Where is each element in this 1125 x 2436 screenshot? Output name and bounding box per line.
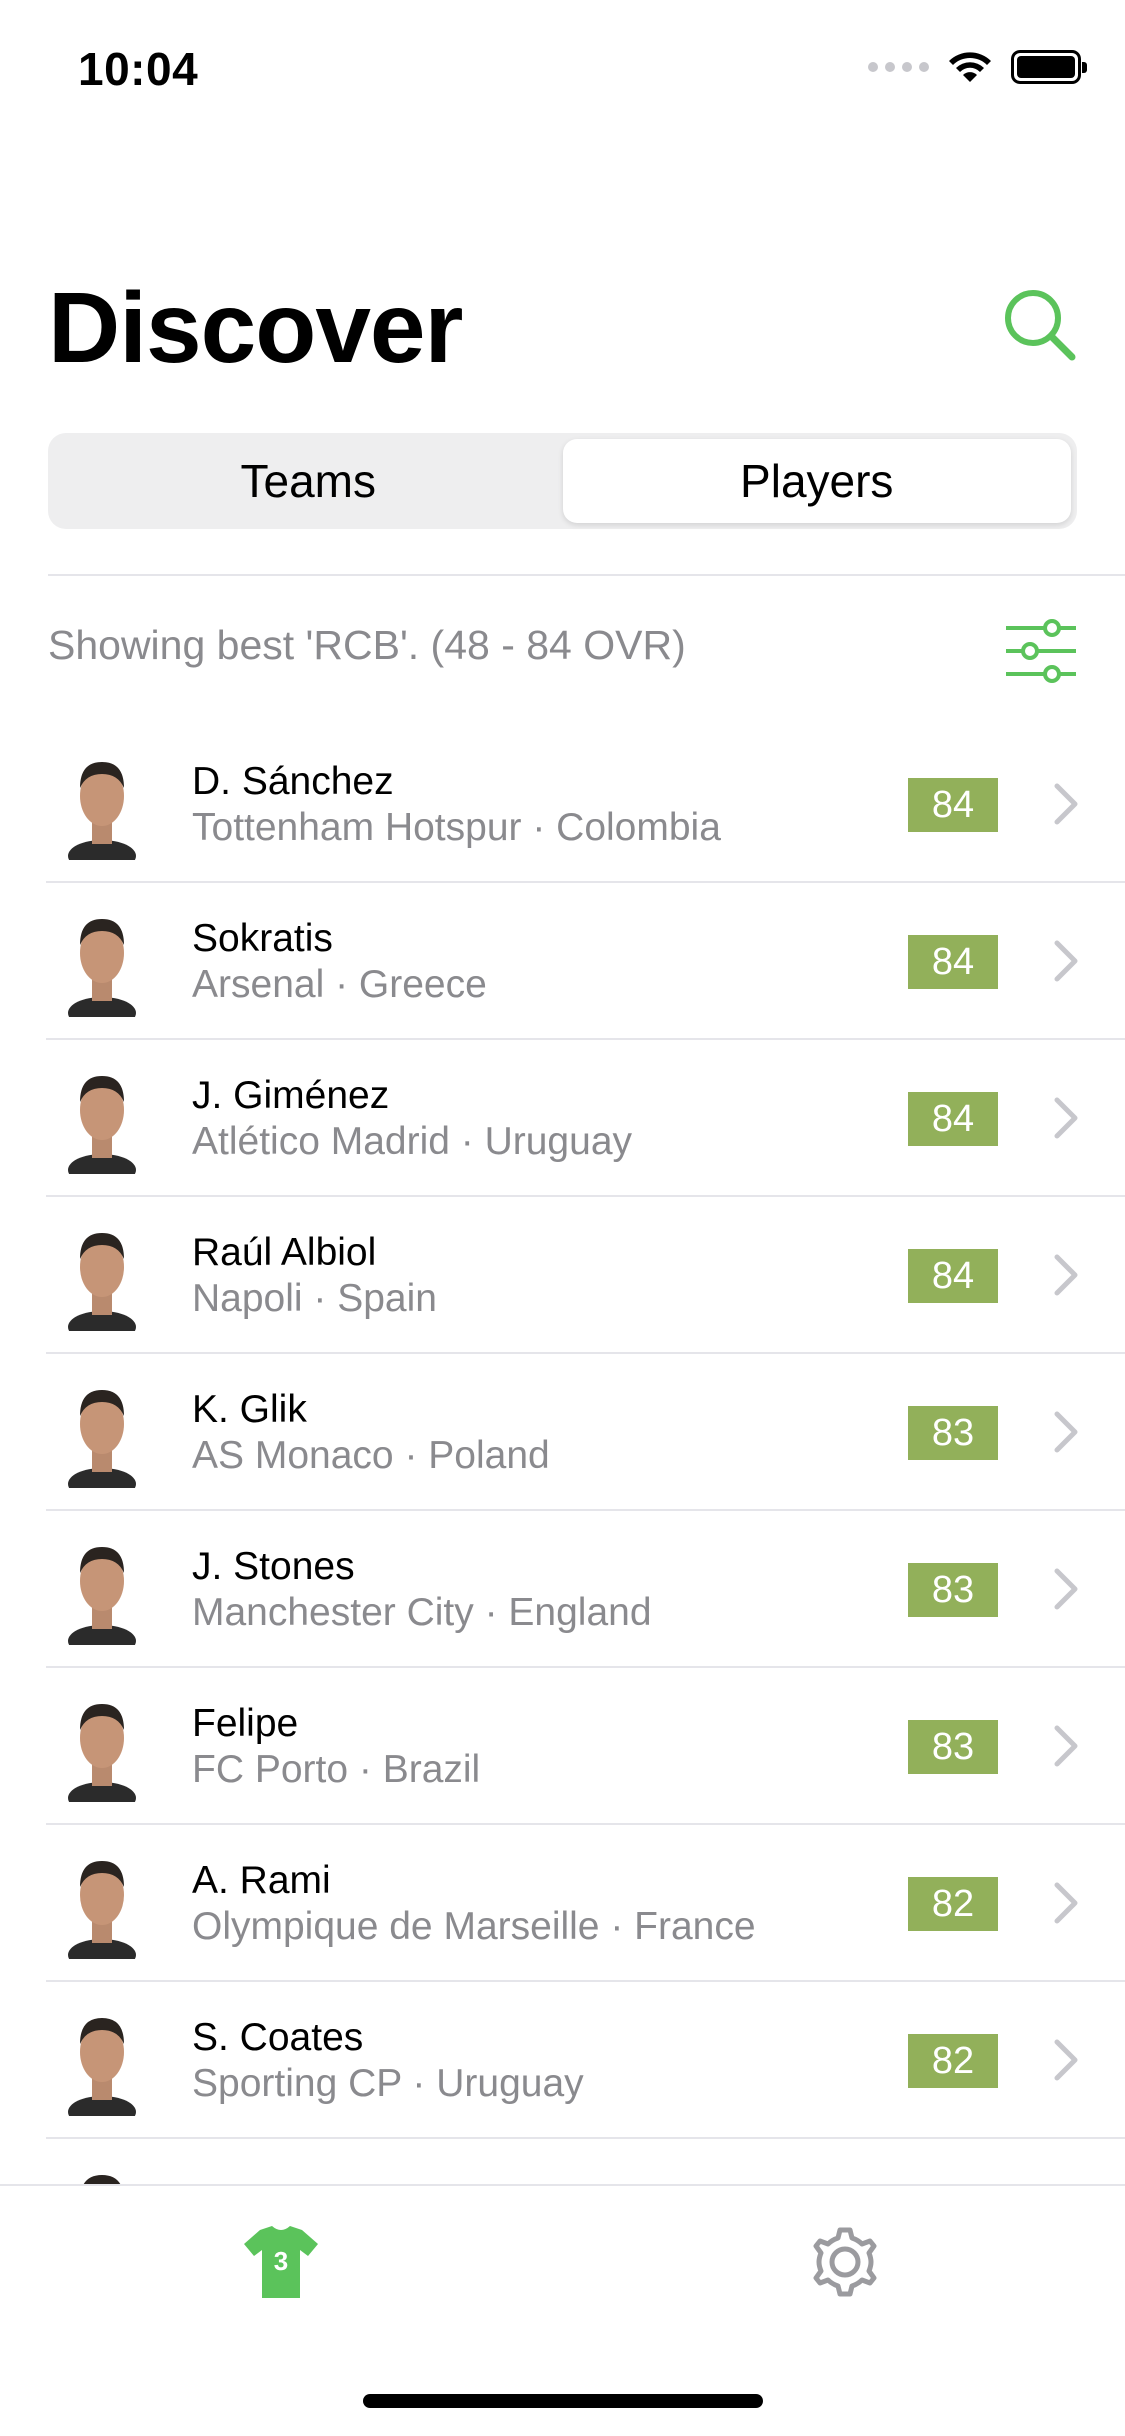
player-name: J. Giménez xyxy=(192,1074,390,1117)
chevron-right-icon xyxy=(1054,1568,1078,1610)
player-name: A. Rami xyxy=(192,1859,331,1902)
rating-badge: 84 xyxy=(908,935,998,989)
chevron-right-icon xyxy=(1054,940,1078,982)
player-name: Felipe xyxy=(192,1702,299,1745)
tab-settings[interactable] xyxy=(800,2222,890,2302)
segment-teams[interactable]: Teams xyxy=(54,439,563,523)
player-team-country: Tottenham Hotspur · Colombia xyxy=(192,806,721,849)
search-icon xyxy=(1005,290,1076,361)
chevron-right-icon xyxy=(1054,1097,1078,1139)
rating-badge: 83 xyxy=(908,1563,998,1617)
wifi-icon xyxy=(949,52,991,82)
player-row[interactable]: Sokratis Arsenal · Greece 84 xyxy=(46,883,1125,1040)
player-avatar xyxy=(68,1233,136,1331)
player-row[interactable]: A. Rami Olympique de Marseille · France … xyxy=(46,1825,1125,1982)
chevron-right-icon xyxy=(1054,1411,1078,1453)
player-name: Sokratis xyxy=(192,917,333,960)
player-row[interactable]: Raúl Albiol Napoli · Spain 84 xyxy=(46,1197,1125,1354)
player-avatar xyxy=(83,2175,121,2184)
player-team-country: Napoli · Spain xyxy=(192,1277,437,1320)
segmented-control: Teams Players xyxy=(48,433,1077,529)
jersey-number: 3 xyxy=(274,2246,288,2276)
status-bar: 10:04 xyxy=(0,0,1125,132)
filter-button[interactable] xyxy=(1002,618,1080,684)
rating-badge: 84 xyxy=(908,778,998,832)
chevron-right-icon xyxy=(1054,1725,1078,1767)
player-list: D. Sánchez Tottenham Hotspur · Colombia … xyxy=(0,726,1125,2184)
player-row[interactable]: J. Stones Manchester City · England 83 xyxy=(46,1511,1125,1668)
player-team-country: Manchester City · England xyxy=(192,1591,652,1634)
player-team-country: Olympique de Marseille · France xyxy=(192,1905,756,1948)
player-team-country: Atlético Madrid · Uruguay xyxy=(192,1120,633,1163)
status-time: 10:04 xyxy=(78,43,199,95)
player-avatar xyxy=(68,762,136,860)
rating-badge: 82 xyxy=(908,2034,998,2088)
player-avatar xyxy=(68,1547,136,1645)
player-avatar xyxy=(68,1861,136,1959)
status-indicators xyxy=(868,50,1087,84)
tab-players[interactable]: 3 xyxy=(236,2222,326,2302)
player-avatar xyxy=(68,1076,136,1174)
player-team-country: AS Monaco · Poland xyxy=(192,1434,550,1477)
player-avatar xyxy=(68,1390,136,1488)
player-row[interactable]: Felipe FC Porto · Brazil 83 xyxy=(46,1668,1125,1825)
player-row[interactable]: J. Giménez Atlético Madrid · Uruguay 84 xyxy=(46,1040,1125,1197)
player-row[interactable]: S. Coates Sporting CP · Uruguay 82 xyxy=(46,1982,1125,2139)
player-avatar xyxy=(68,1704,136,1802)
rating-badge: 83 xyxy=(908,1720,998,1774)
player-avatar xyxy=(68,919,136,1017)
player-name: Raúl Albiol xyxy=(192,1231,377,1274)
segment-players[interactable]: Players xyxy=(562,439,1071,523)
rating-badge: 82 xyxy=(908,1877,998,1931)
player-row[interactable]: D. Sánchez Tottenham Hotspur · Colombia … xyxy=(46,726,1125,883)
rating-badge: 84 xyxy=(908,1092,998,1146)
rating-badge: 84 xyxy=(908,1249,998,1303)
player-avatar xyxy=(68,2018,136,2116)
sliders-icon xyxy=(1006,619,1076,683)
player-name: K. Glik xyxy=(192,1388,307,1431)
chevron-right-icon xyxy=(1054,1882,1078,1924)
home-indicator xyxy=(363,2394,763,2408)
rating-badge: 83 xyxy=(908,1406,998,1460)
gear-icon xyxy=(813,2227,877,2297)
player-name: J. Stones xyxy=(192,1545,355,1588)
jersey-icon: 3 xyxy=(244,2226,318,2298)
page-title: Discover xyxy=(48,272,463,384)
battery-icon xyxy=(1011,50,1087,84)
player-name: D. Sánchez xyxy=(192,760,394,803)
divider xyxy=(48,574,1125,576)
player-row-partial[interactable] xyxy=(46,2139,1125,2184)
chevron-right-icon xyxy=(1054,783,1078,825)
search-button[interactable] xyxy=(1000,285,1080,365)
chevron-right-icon xyxy=(1054,2039,1078,2081)
player-team-country: FC Porto · Brazil xyxy=(192,1748,481,1791)
player-team-country: Arsenal · Greece xyxy=(192,963,487,1006)
signal-icon xyxy=(868,62,929,72)
player-row[interactable]: K. Glik AS Monaco · Poland 83 xyxy=(46,1354,1125,1511)
player-name: S. Coates xyxy=(192,2016,364,2059)
player-team-country: Sporting CP · Uruguay xyxy=(192,2062,584,2105)
chevron-right-icon xyxy=(1054,1254,1078,1296)
filter-summary: Showing best 'RCB'. (48 - 84 OVR) xyxy=(48,622,686,668)
